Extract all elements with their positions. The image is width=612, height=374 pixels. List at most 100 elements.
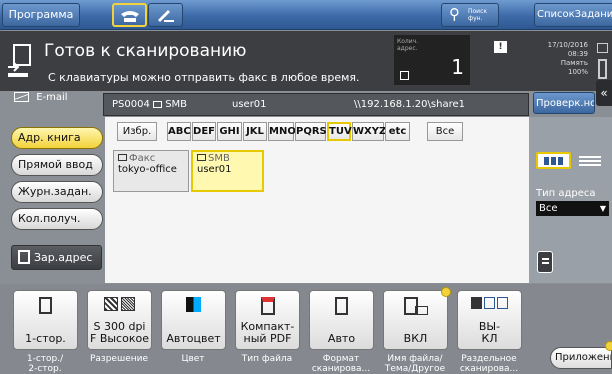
color-icon <box>162 297 225 317</box>
address-entry[interactable]: Факс tokyo-office <box>113 150 189 192</box>
job-list-button[interactable]: СписокЗаданий <box>534 3 612 27</box>
tab-mno[interactable]: MNO <box>268 122 296 141</box>
entry-name: user01 <box>197 164 232 175</box>
nav-recipient-count[interactable]: Кол.получ. <box>11 208 103 230</box>
view-options-panel: Тип адреса Все ▼ <box>529 117 612 283</box>
network-icon <box>597 43 608 53</box>
dest-count: 1 <box>451 55 464 79</box>
tab-favorites[interactable]: Избр. <box>117 122 157 141</box>
address-type-label: Тип адреса <box>536 188 596 199</box>
alert-icon[interactable]: ! <box>494 41 507 53</box>
tab-def[interactable]: DEF <box>192 122 216 141</box>
function-separate-scan[interactable]: ВЫ- КЛ <box>457 290 522 350</box>
scan-mode-button[interactable] <box>148 3 183 27</box>
function-duplex[interactable]: 1-стор. <box>13 290 78 350</box>
function-value: Компакт- ный PDF <box>240 320 295 345</box>
nav-direct-input[interactable]: Прямой ввод <box>11 154 103 176</box>
tab-ghi[interactable]: GHI <box>217 122 242 141</box>
mode-label: E-mail <box>36 92 68 103</box>
program-button[interactable]: Программа <box>2 3 80 27</box>
separate-scan-icon <box>458 297 521 317</box>
function-scan-size[interactable]: Авто <box>309 290 374 350</box>
application-button[interactable]: Приложение <box>550 347 612 369</box>
tab-abc[interactable]: ABC <box>167 122 191 141</box>
function-filename[interactable]: ВКЛ <box>383 290 448 350</box>
entry-id: PS0004 SMB <box>112 99 188 110</box>
function-value: S 300 dpi F Высокое <box>90 320 149 345</box>
chevron-down-icon: ▼ <box>599 204 606 213</box>
status-title: Готов к сканированию <box>44 41 247 61</box>
destination-path[interactable]: PS0004 SMB user01 \\192.168.1.20\share1 <box>103 93 529 116</box>
address-type-value: Все <box>539 203 558 214</box>
function-label-scan-size: Формат сканирова... <box>311 354 371 374</box>
tab-tuv[interactable]: TUV <box>327 122 352 141</box>
address-type-select[interactable]: Все ▼ <box>536 201 609 216</box>
tab-jkl[interactable]: JKL <box>243 122 267 141</box>
entry-user: user01 <box>232 99 267 110</box>
check-button[interactable]: Проверк.но <box>533 92 595 114</box>
list-view-icon[interactable] <box>575 153 605 169</box>
function-value: Автоцвет <box>166 332 221 345</box>
entry-type: Факс <box>118 153 184 164</box>
nav-address-book[interactable]: Адр. книга <box>11 127 103 149</box>
entry-name: tokyo-office <box>118 164 177 175</box>
address-entry-selected[interactable]: SMB user01 <box>191 150 264 192</box>
search-button[interactable]: ⚲ Поиск фун. <box>441 3 499 27</box>
function-value: ВЫ- КЛ <box>478 320 501 345</box>
smb-icon <box>153 100 163 108</box>
function-value: Авто <box>327 332 356 345</box>
address-book-panel: Избр. ABC DEF GHI JKL MNO PQRS TUV WXYZ … <box>105 117 529 283</box>
search-label: Поиск фун. <box>468 8 488 22</box>
register-label: Зар.адрес <box>34 251 93 264</box>
clock: 17/10/2016 08:39 Память 100% <box>534 41 588 77</box>
top-bar: Программа ⚲ Поиск фун. СписокЗаданий <box>0 0 612 30</box>
page-icon <box>310 297 373 317</box>
function-color[interactable]: Автоцвет <box>161 290 226 350</box>
destination-counter[interactable]: Колич. адрес. 1 <box>394 35 470 85</box>
duplex-icon <box>14 297 77 317</box>
function-label-color: Цвет <box>181 354 205 364</box>
indicator-dot <box>441 287 451 297</box>
function-resolution[interactable]: S 300 dpi F Высокое <box>87 290 152 350</box>
list-icon <box>400 71 409 80</box>
grid-view-icon[interactable] <box>536 152 571 169</box>
function-value: 1-стор. <box>25 332 66 345</box>
scroll-down-icon[interactable] <box>537 251 553 273</box>
nav-job-history[interactable]: Журн.задан. <box>11 181 103 203</box>
function-label-resolution: Разрешение <box>89 354 149 364</box>
app-indicator-dot <box>605 341 612 351</box>
status-message: С клавиатуры можно отправить факс в любо… <box>48 71 360 84</box>
fax-button[interactable] <box>112 3 147 27</box>
fax-icon <box>118 154 127 161</box>
memory-value: 100% <box>567 68 588 76</box>
function-bar: 1-стор. S 300 dpi F Высокое Автоцвет Ком… <box>0 284 612 374</box>
pdf-icon <box>236 297 299 317</box>
status-panel: Готов к сканированию С клавиатуры можно … <box>0 31 612 91</box>
function-file-type[interactable]: Компакт- ный PDF <box>235 290 300 350</box>
tab-etc[interactable]: etc <box>385 122 410 141</box>
tab-all[interactable]: Все <box>427 122 463 141</box>
date: 17/10/2016 <box>547 41 588 49</box>
register-icon <box>18 250 30 264</box>
entry-type: SMB <box>197 153 258 164</box>
dest-count-label: Колич. адрес. <box>397 38 419 52</box>
scan-status-icon <box>8 44 31 77</box>
time: 08:39 <box>567 50 588 58</box>
email-icon <box>14 92 29 102</box>
memory-label: Память <box>560 59 588 67</box>
tab-wxyz[interactable]: WXYZ <box>352 122 386 141</box>
entry-share: \\192.168.1.20\share1 <box>354 99 465 110</box>
function-label-file-type: Тип файла <box>241 354 293 364</box>
function-label-separate-scan: Раздельное сканирова... <box>459 354 519 374</box>
search-icon: ⚲ <box>449 5 460 23</box>
mode-email: E-mail <box>8 92 98 114</box>
function-label-duplex: 1-стор./ 2-стор. <box>26 354 64 374</box>
tab-pqrs[interactable]: PQRS <box>295 122 327 141</box>
pen-icon <box>157 10 174 22</box>
smb-entry-icon <box>197 154 206 161</box>
register-button[interactable]: Зар.адрес <box>11 245 102 270</box>
resolution-icon <box>88 297 151 317</box>
collapse-icon[interactable]: « <box>596 80 612 106</box>
function-label-filename: Имя файла/ Тема/Другое <box>384 354 446 374</box>
file-email-icon <box>384 297 447 317</box>
